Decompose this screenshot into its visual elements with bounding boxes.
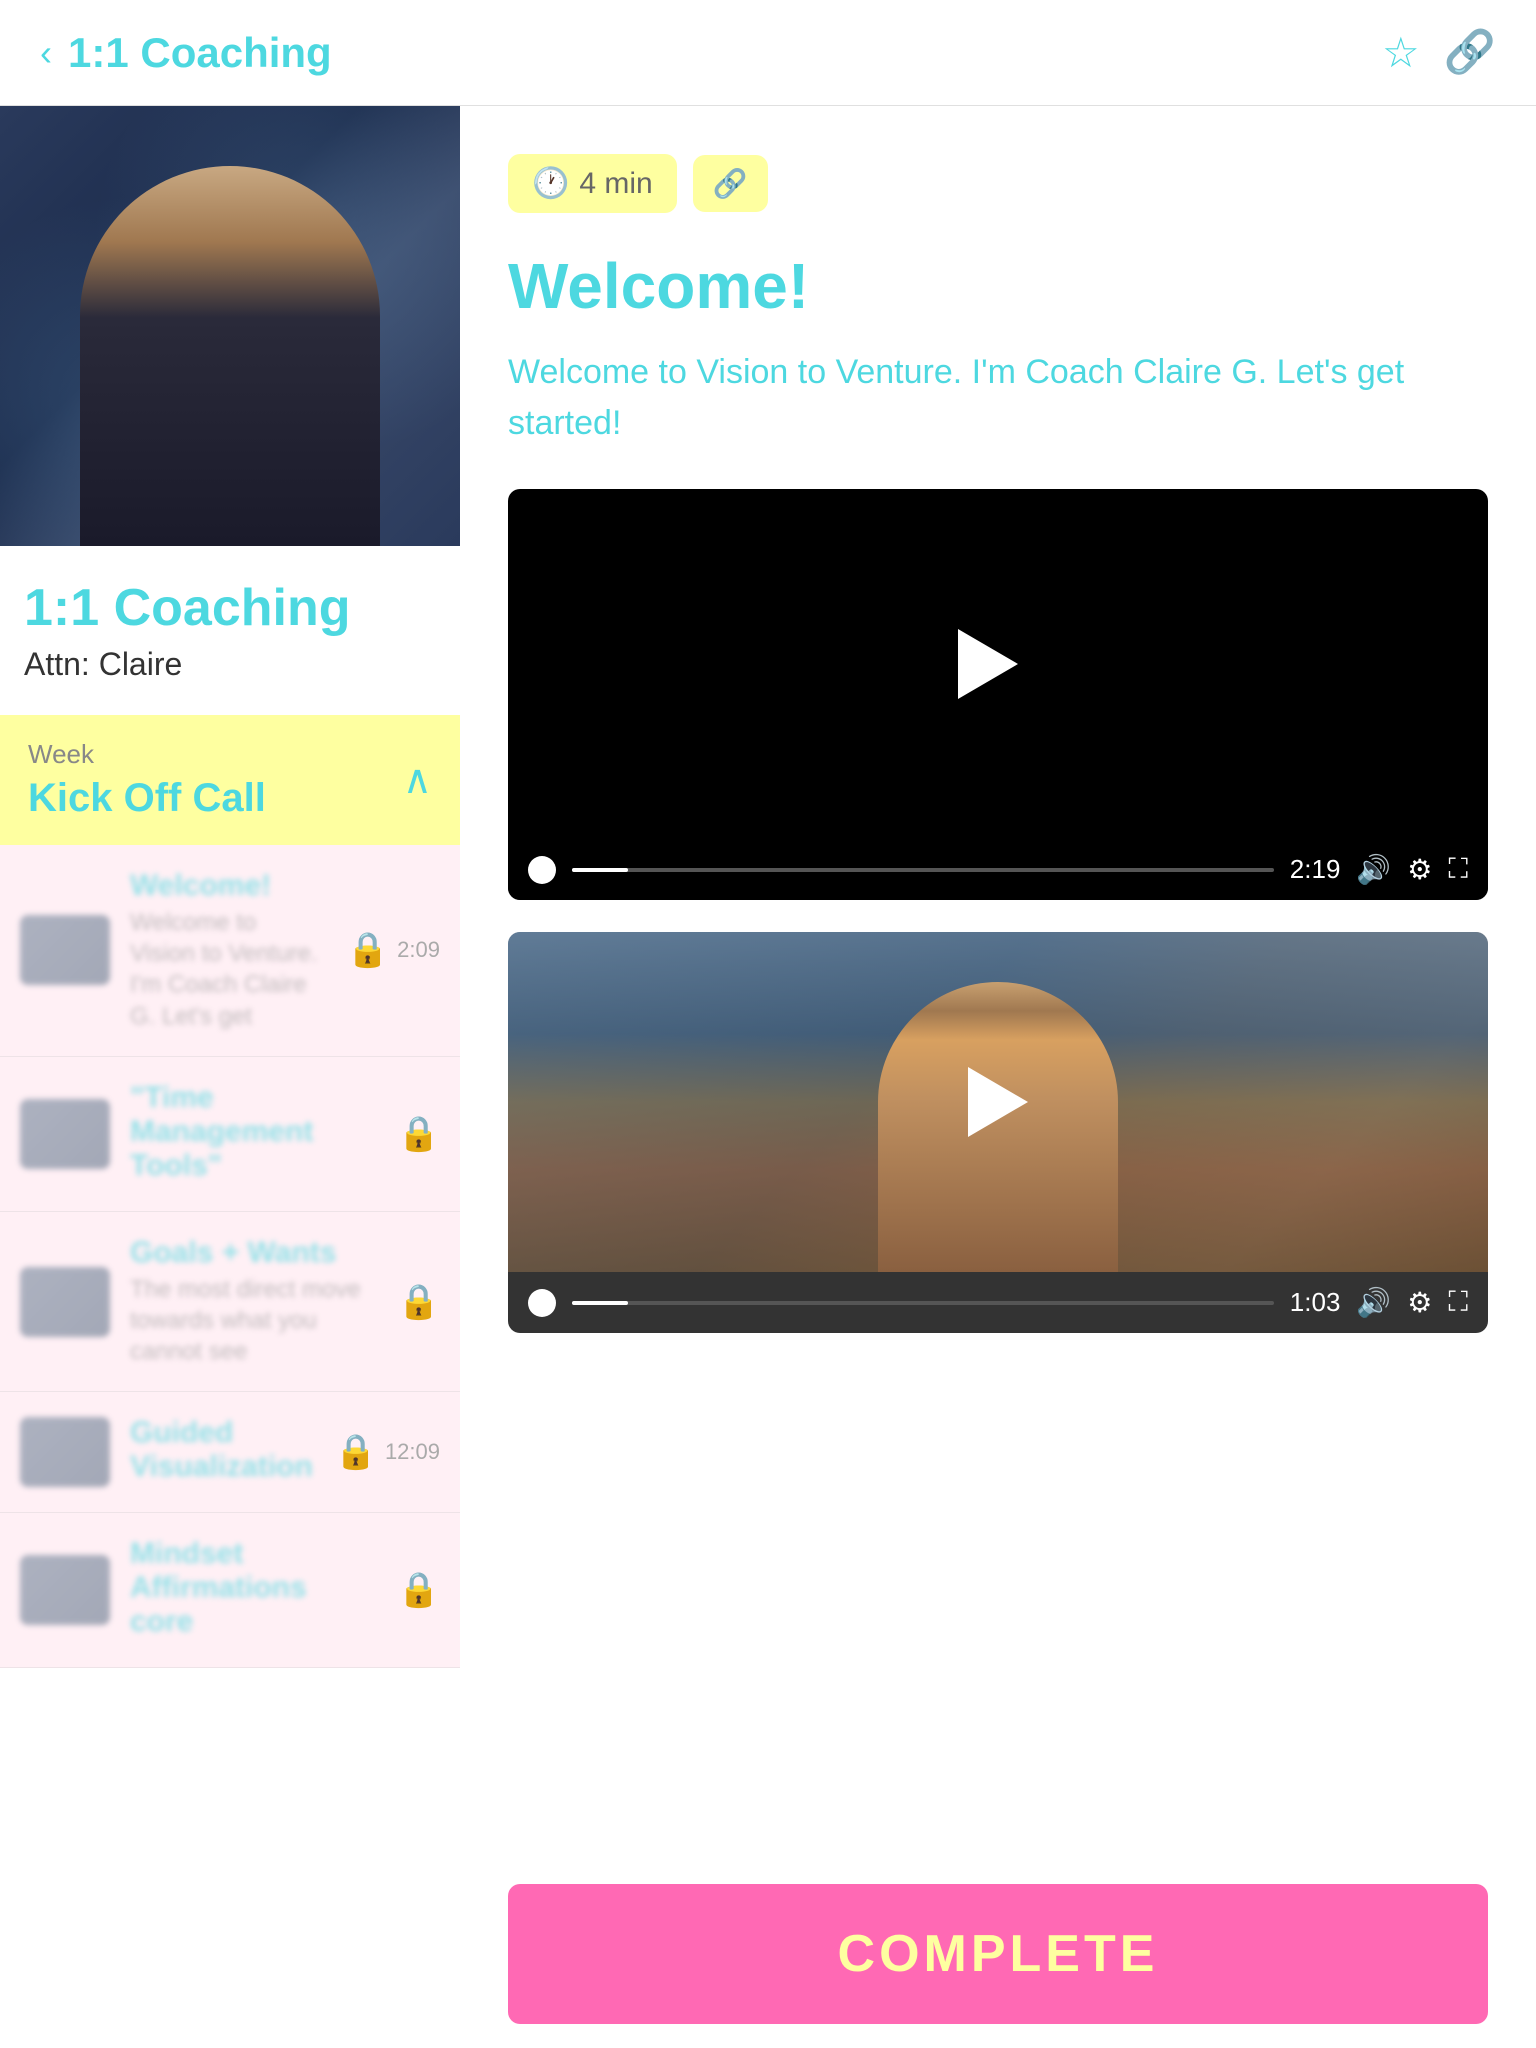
content-title: Welcome!: [508, 249, 1488, 323]
lock-icon: 🔒: [347, 930, 389, 970]
lesson-duration: 2:09: [397, 937, 440, 963]
main-layout: 1:1 Coaching Attn: Claire Week Kick Off …: [0, 106, 1536, 1668]
lesson-thumbnail: [20, 1099, 110, 1169]
volume-icon-2[interactable]: 🔊: [1356, 1286, 1391, 1319]
video-time-2: 1:03: [1290, 1287, 1341, 1318]
lesson-meta: 🔒 2:09: [347, 930, 440, 970]
lesson-title: Guided Visualization: [130, 1416, 315, 1484]
header-left: ‹ 1:1 Coaching: [40, 29, 332, 77]
lock-icon: 🔒: [335, 1432, 377, 1472]
lock-icon: 🔒: [398, 1282, 440, 1322]
video-controls-2: 1:03 🔊 ⚙ ⛶: [508, 1272, 1488, 1333]
bookmark-icon[interactable]: ☆: [1382, 28, 1420, 77]
video-main-area[interactable]: [508, 489, 1488, 839]
lesson-duration: 12:09: [385, 1439, 440, 1465]
progress-fill: [572, 868, 628, 872]
lesson-content: "Time Management Tools": [130, 1081, 378, 1187]
video-time-1: 2:19: [1290, 854, 1341, 885]
play-triangle-icon-2: [968, 1067, 1028, 1137]
settings-icon[interactable]: ⚙: [1407, 853, 1432, 886]
week-info: Week Kick Off Call: [28, 739, 266, 821]
list-item[interactable]: Guided Visualization 🔒 12:09: [0, 1392, 460, 1513]
week-name: Kick Off Call: [28, 776, 266, 821]
clock-icon: 🕐: [532, 166, 569, 201]
complete-button[interactable]: COMPLETE: [508, 1884, 1488, 2024]
list-item[interactable]: Goals + Wants The most direct move towar…: [0, 1212, 460, 1393]
hero-image: [0, 106, 460, 546]
lock-icon: 🔒: [398, 1114, 440, 1154]
progress-bar-2[interactable]: [572, 1301, 1274, 1305]
course-title: 1:1 Coaching: [24, 578, 436, 638]
lesson-thumbnail: [20, 915, 110, 985]
lesson-thumbnail: [20, 1417, 110, 1487]
lesson-content: Goals + Wants The most direct move towar…: [130, 1236, 378, 1368]
right-panel: 🕐 4 min 🔗 Welcome! Welcome to Vision to …: [460, 106, 1536, 1668]
lesson-meta: 🔒: [398, 1282, 440, 1322]
header: ‹ 1:1 Coaching ☆ 🔗: [0, 0, 1536, 106]
duration-text: 4 min: [579, 167, 652, 201]
lesson-title: Mindset Affirmations core: [130, 1537, 378, 1639]
lesson-meta: 🔒: [398, 1114, 440, 1154]
chevron-up-icon: ∧: [403, 757, 432, 803]
video-player-2[interactable]: 1:03 🔊 ⚙ ⛶: [508, 932, 1488, 1333]
play-button-1[interactable]: [958, 624, 1038, 704]
week-section[interactable]: Week Kick Off Call ∧: [0, 715, 460, 845]
progress-circle-2[interactable]: [528, 1289, 556, 1317]
complete-button-container: COMPLETE: [460, 1860, 1536, 2048]
lesson-meta: 🔒 12:09: [335, 1432, 440, 1472]
content-description: Welcome to Vision to Venture. I'm Coach …: [508, 347, 1488, 449]
course-subtitle: Attn: Claire: [24, 646, 436, 683]
fullscreen-icon-2[interactable]: ⛶: [1448, 1286, 1468, 1319]
tags-row: 🕐 4 min 🔗: [508, 154, 1488, 213]
lesson-desc: The most direct move towards what you ca…: [130, 1274, 378, 1368]
week-label: Week: [28, 739, 266, 770]
progress-circle[interactable]: [528, 856, 556, 884]
lesson-thumbnail: [20, 1555, 110, 1625]
header-right: ☆ 🔗: [1382, 28, 1496, 77]
video-player-1[interactable]: 2:19 🔊 ⚙ ⛶: [508, 489, 1488, 900]
list-item[interactable]: Welcome! Welcome to Vision to Venture. I…: [0, 845, 460, 1057]
video-controls-1: 2:19 🔊 ⚙ ⛶: [508, 839, 1488, 900]
progress-bar[interactable]: [572, 868, 1274, 872]
play-triangle-icon: [958, 629, 1018, 699]
lesson-list: Welcome! Welcome to Vision to Venture. I…: [0, 845, 460, 1668]
settings-icon-2[interactable]: ⚙: [1407, 1286, 1432, 1319]
hero-person: [80, 166, 380, 546]
lock-icon: 🔒: [398, 1570, 440, 1610]
header-title: 1:1 Coaching: [68, 29, 332, 77]
video-thumbnail-image: [508, 932, 1488, 1272]
link-icon-right: 🔗: [713, 167, 748, 200]
lesson-content: Guided Visualization: [130, 1416, 315, 1488]
duration-tag: 🕐 4 min: [508, 154, 677, 213]
lesson-content: Mindset Affirmations core: [130, 1537, 378, 1643]
thumb-play-area[interactable]: [968, 1067, 1028, 1137]
lesson-content: Welcome! Welcome to Vision to Venture. I…: [130, 869, 327, 1032]
link-tag[interactable]: 🔗: [693, 155, 768, 212]
list-item[interactable]: Mindset Affirmations core 🔒: [0, 1513, 460, 1668]
lesson-thumbnail: [20, 1267, 110, 1337]
lesson-title: "Time Management Tools": [130, 1081, 378, 1183]
share-link-icon[interactable]: 🔗: [1444, 28, 1496, 77]
fullscreen-icon[interactable]: ⛶: [1448, 853, 1468, 886]
lesson-desc: Welcome to Vision to Venture. I'm Coach …: [130, 907, 327, 1032]
course-info: 1:1 Coaching Attn: Claire: [0, 546, 460, 683]
lesson-meta: 🔒: [398, 1570, 440, 1610]
progress-fill-2: [572, 1301, 628, 1305]
list-item[interactable]: "Time Management Tools" 🔒: [0, 1057, 460, 1212]
back-button[interactable]: ‹: [40, 35, 52, 71]
left-panel: 1:1 Coaching Attn: Claire Week Kick Off …: [0, 106, 460, 1668]
lesson-title: Welcome!: [130, 869, 327, 903]
lesson-title: Goals + Wants: [130, 1236, 378, 1270]
volume-icon[interactable]: 🔊: [1356, 853, 1391, 886]
